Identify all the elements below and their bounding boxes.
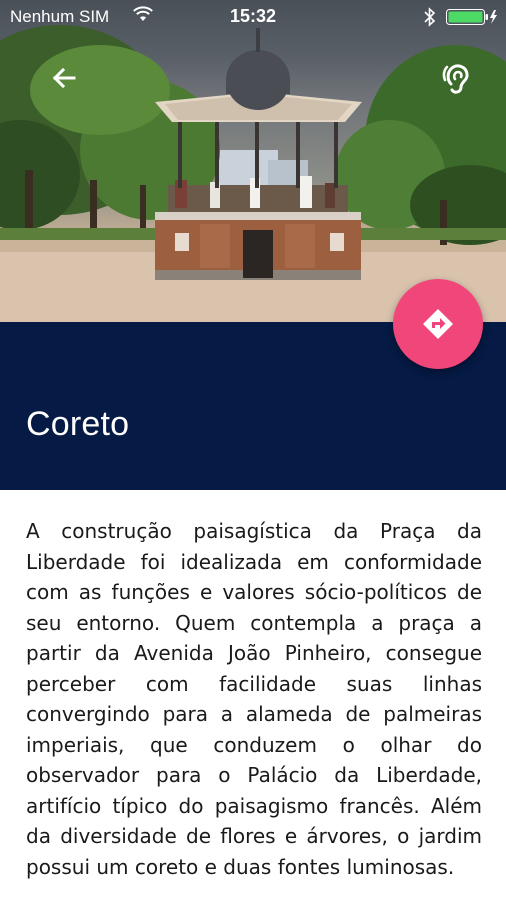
place-description: A construção paisagística da Praça da Li… [26,519,482,879]
status-bar: Nenhum SIM 15:32 [0,0,506,34]
directions-icon [423,309,453,339]
hero-image [0,0,506,322]
battery-icon [446,9,498,29]
back-button[interactable] [46,60,82,96]
page-title: Coreto [26,405,130,443]
arrow-left-icon [52,67,76,89]
directions-button[interactable] [393,279,483,369]
bluetooth-icon [424,7,436,31]
audio-guide-button[interactable] [439,58,475,98]
hearing-icon [442,64,469,94]
bandstand-photo [0,25,506,322]
